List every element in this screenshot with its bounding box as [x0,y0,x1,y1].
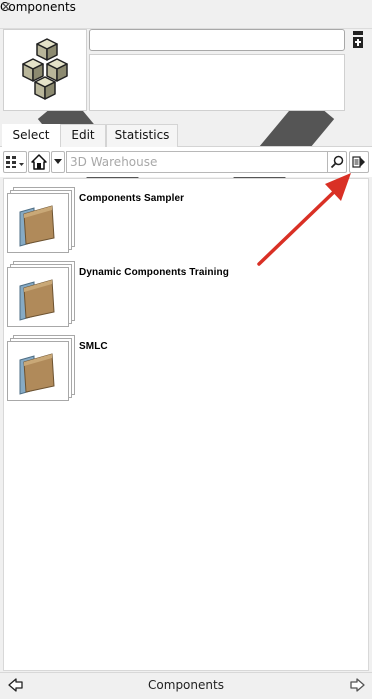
component-list[interactable]: Components Sampler Dynamic Components Tr… [3,178,369,671]
list-item[interactable]: SMLC [7,335,347,403]
dropdown-arrow-icon [54,159,62,164]
details-button[interactable] [349,151,369,173]
history-dropdown-button[interactable] [51,151,65,173]
expand-details-icon[interactable] [351,30,365,50]
close-icon: × [0,0,12,15]
search-button[interactable] [327,151,347,173]
component-name-field[interactable] [89,29,345,51]
search-icon [330,155,344,169]
folder-icon [19,353,55,395]
stacked-page [7,341,69,401]
home-icon [31,154,47,170]
collection-thumbnail[interactable] [7,187,77,255]
item-label[interactable]: Components Sampler [79,193,184,204]
item-label[interactable]: SMLC [79,341,108,352]
item-label[interactable]: Dynamic Components Training [79,267,229,278]
stacked-page [7,193,69,253]
search-input[interactable] [66,151,328,173]
collection-thumbnail[interactable] [7,261,77,329]
folder-icon [19,205,55,247]
status-title: Components [148,678,224,692]
tab-statistics[interactable]: Statistics [106,124,178,147]
details-arrow-icon [352,156,365,168]
close-button[interactable]: × [0,0,12,14]
tab-edit[interactable]: Edit [60,124,106,147]
component-preview [3,29,87,111]
forward-arrow-icon[interactable] [349,678,365,692]
stacked-page [7,267,69,327]
home-button[interactable] [28,151,50,173]
tab-select[interactable]: Select [2,124,60,147]
component-cubes-icon [22,38,68,100]
view-options-icon [6,156,24,168]
collection-thumbnail[interactable] [7,335,77,403]
view-options-button[interactable] [3,151,27,173]
list-item[interactable]: Components Sampler [7,187,347,255]
folder-icon [19,279,55,321]
list-item[interactable]: Dynamic Components Training [7,261,347,329]
component-description-field[interactable] [89,54,345,111]
